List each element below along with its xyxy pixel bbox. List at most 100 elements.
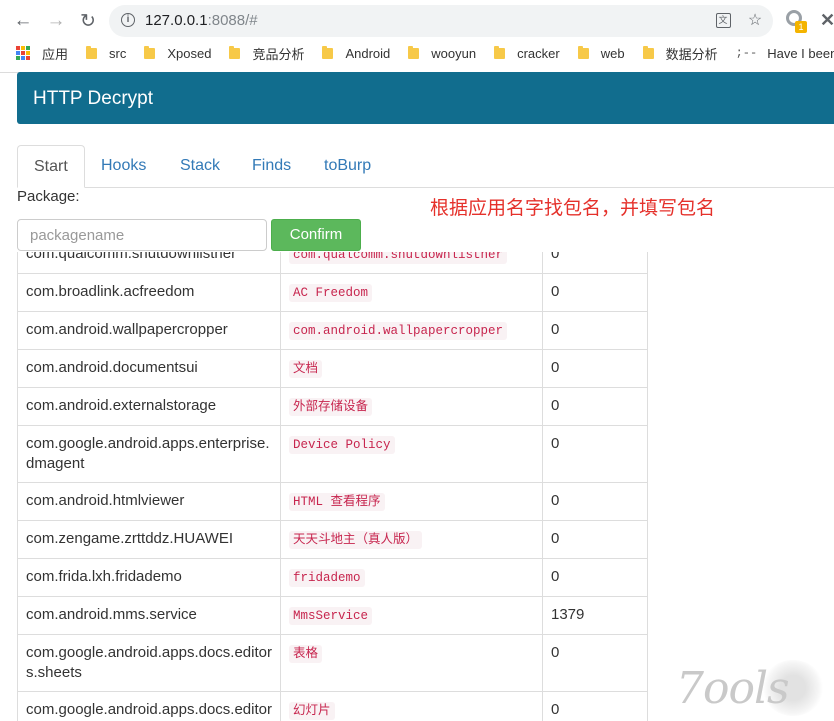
table-row[interactable]: com.google.android.apps.enterprise.dmage…	[17, 425, 648, 483]
bookmark-android[interactable]: Android	[322, 45, 391, 61]
app-name-cell: 表格	[280, 634, 543, 692]
app-name-cell: 幻灯片	[280, 691, 543, 721]
app-name-cell: 天天斗地主（真人版）	[280, 520, 543, 559]
bookmark-label: Have I been pwn	[767, 45, 834, 61]
app-name-cell: HTML 查看程序	[280, 482, 543, 521]
app-name-cell: fridademo	[280, 558, 543, 597]
bookmark-src[interactable]: src	[86, 45, 127, 61]
bookmark-label: 竞品分析	[252, 46, 305, 62]
table-row[interactable]: com.android.mms.service MmsService 1379	[17, 596, 648, 635]
app-name-code: fridademo	[289, 569, 365, 587]
tab-hooks[interactable]: Hooks	[85, 145, 162, 187]
package-name-cell: com.android.htmlviewer	[17, 482, 281, 521]
close-x-icon[interactable]: ✕	[820, 10, 834, 31]
nav-buttons: ←	[10, 8, 36, 34]
bookmark-label: Xposed	[167, 45, 212, 61]
bookmark-label: Android	[345, 45, 391, 61]
tab-stack[interactable]: Stack	[164, 145, 236, 187]
table-row[interactable]: com.android.htmlviewer HTML 查看程序 0	[17, 482, 648, 521]
table-row[interactable]: com.android.externalstorage 外部存储设备 0	[17, 387, 648, 426]
reload-icon[interactable]: ↻	[75, 8, 101, 34]
count-cell: 0	[542, 520, 648, 559]
package-name-cell: com.qualcomm.shutdownlistner	[17, 252, 281, 274]
url-text[interactable]: 127.0.0.1:8088/#	[145, 12, 258, 29]
table-row[interactable]: com.android.documentsui 文档 0	[17, 349, 648, 388]
table-row[interactable]: com.frida.lxh.fridademo fridademo 0	[17, 558, 648, 597]
tab-toburp[interactable]: toBurp	[308, 145, 387, 187]
app-name-cell: com.qualcomm.shutdownlistner	[280, 252, 543, 274]
table-row[interactable]: com.qualcomm.shutdownlistner com.qualcomm…	[17, 252, 648, 274]
count-cell: 0	[542, 634, 648, 692]
count-cell: 0	[542, 425, 648, 483]
bookmark-competitive-analysis[interactable]: 竞品分析	[229, 44, 304, 63]
tab-start[interactable]: Start	[17, 145, 85, 188]
package-name-cell: com.android.mms.service	[17, 596, 281, 635]
nav-buttons-2: →	[43, 8, 69, 34]
bookmark-apps[interactable]: 应用	[16, 44, 68, 63]
bookmark-wooyun[interactable]: wooyun	[408, 45, 476, 61]
table-row[interactable]: com.android.wallpapercropper com.android.…	[17, 311, 648, 350]
star-icon[interactable]: ☆	[745, 10, 765, 30]
count-cell: 0	[542, 252, 648, 274]
app-name-cell: MmsService	[280, 596, 543, 635]
package-name-cell: com.frida.lxh.fridademo	[17, 558, 281, 597]
bookmark-data-analysis[interactable]: 数据分析	[642, 44, 718, 63]
bookmark-web[interactable]: web	[577, 45, 625, 61]
bookmark-xposed[interactable]: Xposed	[144, 45, 212, 61]
count-cell: 0	[542, 349, 648, 388]
address-bar[interactable]: i 127.0.0.1:8088/# 文 ☆	[109, 5, 773, 37]
table-row[interactable]: com.broadlink.acfreedom AC Freedom 0	[17, 273, 648, 312]
count-cell: 0	[542, 311, 648, 350]
folder-icon	[322, 45, 334, 59]
package-name-cell: com.broadlink.acfreedom	[17, 273, 281, 312]
app-name-code: HTML 查看程序	[289, 493, 385, 511]
confirm-button[interactable]: Confirm	[271, 219, 361, 251]
url-host: 127.0.0.1	[145, 12, 208, 29]
app-name-cell: AC Freedom	[280, 273, 543, 312]
brand-title[interactable]: HTTP Decrypt	[33, 88, 153, 110]
app-name-cell: 外部存储设备	[280, 387, 543, 426]
translate-icon[interactable]: 文	[713, 10, 733, 30]
table-row[interactable]: com.google.android.apps.docs.editors.sli…	[17, 691, 648, 721]
bookmarks-bar: 应用 src Xposed 竞品分析 Android wooyun cracke…	[16, 42, 834, 64]
hibp-icon: ;--	[735, 46, 758, 60]
watermark-logo: 7ools	[676, 663, 790, 714]
app-name-code: 文档	[289, 360, 323, 378]
extension-icon[interactable]: 1	[786, 10, 808, 33]
tab-finds[interactable]: Finds	[236, 145, 307, 187]
app-name-code: Device Policy	[289, 436, 395, 454]
extension-badge: 1	[795, 21, 807, 33]
table-row[interactable]: com.zengame.zrttddz.HUAWEI 天天斗地主（真人版） 0	[17, 520, 648, 559]
bookmark-label: 应用	[42, 46, 69, 62]
folder-icon	[494, 45, 506, 59]
package-table-container: com.qualcomm.shutdownlistner com.qualcomm…	[17, 252, 665, 721]
bookmark-label: src	[109, 45, 127, 61]
count-cell: 0	[542, 387, 648, 426]
bookmark-label: web	[600, 45, 625, 61]
package-name-cell: com.android.wallpapercropper	[17, 311, 281, 350]
app-name-code: com.qualcomm.shutdownlistner	[289, 252, 508, 264]
table-row[interactable]: com.google.android.apps.docs.editors.she…	[17, 634, 648, 692]
back-arrow-icon[interactable]: ←	[10, 8, 36, 34]
annotation-text: 根据应用名字找包名，并填写包名	[430, 198, 716, 219]
info-icon[interactable]: i	[121, 13, 135, 27]
nav-buttons-3: ↻	[75, 8, 101, 34]
bookmark-hibp[interactable]: ;-- Have I been pwn	[736, 46, 834, 61]
omnibox-actions: 文 ☆	[713, 10, 765, 30]
app-name-code: 表格	[289, 645, 323, 663]
bookmark-label: 数据分析	[665, 46, 718, 62]
package-input[interactable]	[17, 219, 267, 251]
folder-icon	[642, 45, 654, 59]
bookmark-label: cracker	[517, 45, 560, 61]
package-name-cell: com.google.android.apps.docs.editors.sli…	[17, 691, 281, 721]
bookmark-cracker[interactable]: cracker	[494, 45, 560, 61]
tab-bar: Start Hooks Stack Finds toBurp	[17, 145, 834, 188]
app-name-code: AC Freedom	[289, 284, 373, 302]
package-name-cell: com.google.android.apps.enterprise.dmage…	[17, 425, 281, 483]
count-cell: 0	[542, 482, 648, 521]
forward-arrow-icon[interactable]: →	[43, 8, 69, 34]
package-table: com.qualcomm.shutdownlistner com.qualcomm…	[17, 252, 648, 721]
app-name-cell: Device Policy	[280, 425, 543, 483]
count-cell: 0	[542, 691, 648, 721]
app-name-code: com.android.wallpapercropper	[289, 322, 508, 340]
